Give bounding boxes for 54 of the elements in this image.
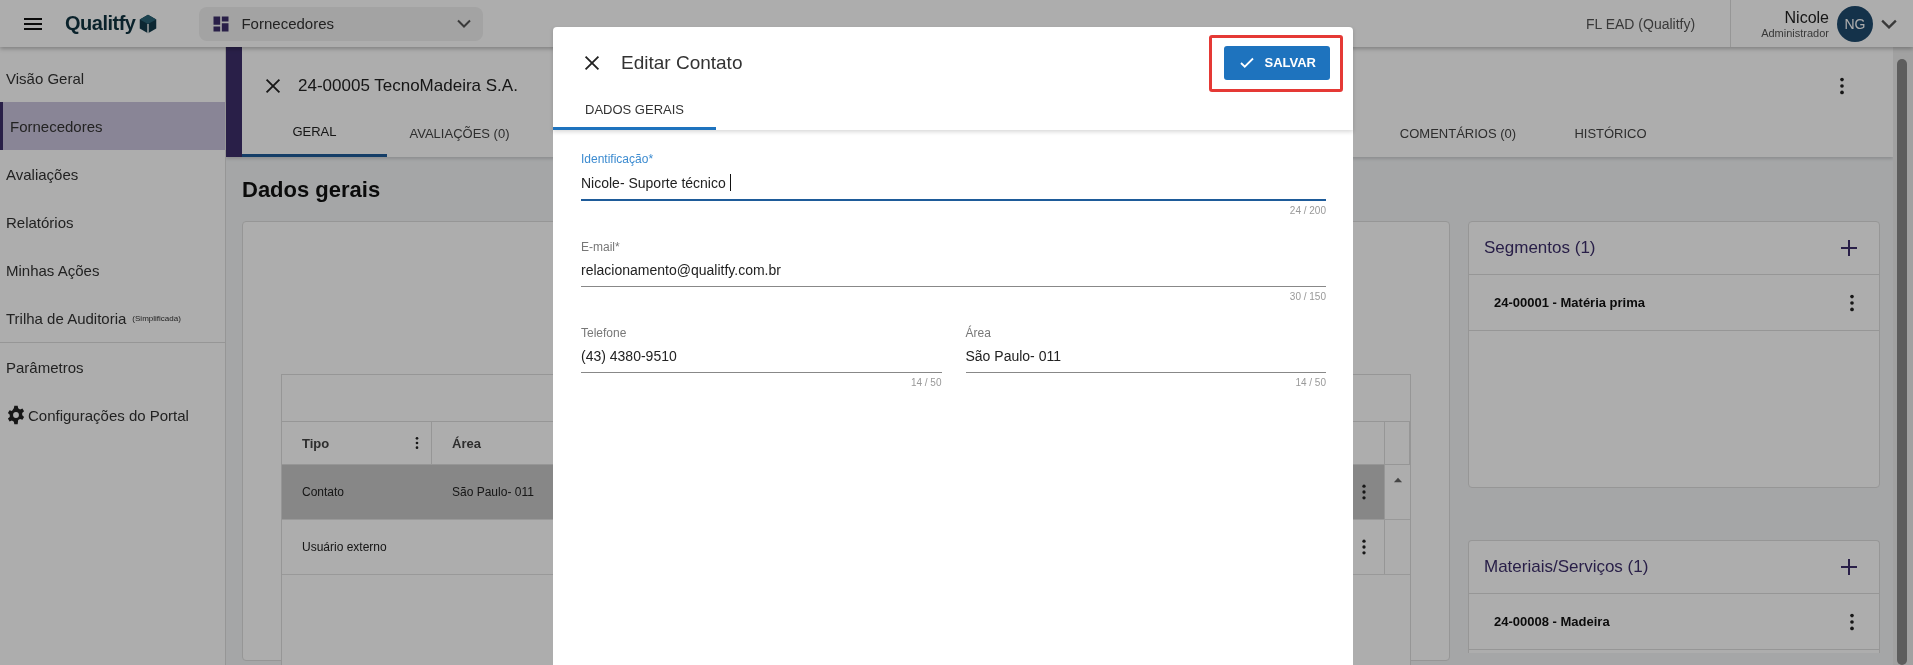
list-item-text: 24-00001 - Matéria prima bbox=[1494, 295, 1646, 310]
tab[interactable]: AVALIAÇÕES (0) bbox=[387, 109, 532, 157]
table-cell: São Paulo- 011 bbox=[452, 485, 534, 499]
tab[interactable]: COMENTÁRIOS (0) bbox=[1378, 109, 1538, 157]
module-label: Fornecedores bbox=[241, 15, 334, 32]
input-field[interactable]: (43) 4380-9510 bbox=[581, 340, 942, 373]
column-label: Área bbox=[452, 435, 481, 451]
character-counter: 30 / 150 bbox=[1289, 291, 1326, 302]
input-field[interactable]: Nicole- Suporte técnico bbox=[581, 166, 1326, 201]
character-counter: 14 / 50 bbox=[1295, 377, 1326, 388]
record-title: 24-00005 TecnoMadeira S.A. bbox=[298, 76, 518, 96]
chevron-icon bbox=[457, 19, 472, 28]
tab[interactable]: GERAL bbox=[242, 109, 387, 157]
field-label: Área bbox=[965, 326, 992, 340]
sidebar-note: (Simplificada) bbox=[132, 313, 181, 323]
character-counter: 14 / 50 bbox=[910, 377, 942, 388]
sidebar-label: Configurações do Portal bbox=[28, 406, 189, 424]
panel-title: Materiais/Serviços (1) bbox=[1484, 557, 1649, 577]
scrollbar[interactable] bbox=[1893, 47, 1913, 665]
table-cell: Contato bbox=[302, 485, 345, 499]
field-label: Telefone bbox=[581, 326, 628, 340]
list-item-text: 24-00008 - Madeira bbox=[1494, 614, 1610, 629]
character-counter: 24 / 200 bbox=[1289, 205, 1326, 216]
module-selector[interactable]: Fornecedores bbox=[199, 6, 484, 41]
sidebar-item[interactable]: Parâmetros bbox=[0, 343, 225, 391]
sidebar-item[interactable]: Fornecedores bbox=[0, 102, 225, 150]
user-name: Nicole bbox=[1784, 8, 1829, 27]
dialog-title: Editar Contato bbox=[621, 52, 743, 74]
tenant-name: FL EAD (Qualitfy) bbox=[1585, 15, 1697, 32]
input-field[interactable]: São Paulo- 011 bbox=[965, 340, 1326, 373]
tab[interactable]: HISTÓRICO bbox=[1538, 109, 1683, 157]
sidebar-item[interactable]: Configurações do Portal bbox=[0, 391, 225, 439]
sidebar-item[interactable]: Relatórios bbox=[0, 198, 225, 246]
logo-text: Qualitfy bbox=[65, 12, 136, 35]
sidebar-label: Trilha de Auditoria bbox=[6, 309, 127, 327]
sidebar-item[interactable]: Trilha de Auditoria (Simplificada) bbox=[0, 294, 225, 342]
column-label: Tipo bbox=[302, 435, 330, 451]
tab[interactable]: DADOS GERAIS bbox=[553, 92, 716, 130]
user-role: Administrador bbox=[1761, 26, 1829, 39]
section-title: Dados gerais bbox=[242, 177, 381, 203]
input-field[interactable]: relacionamento@qualitfy.com.br bbox=[581, 254, 1326, 287]
column-header[interactable]: Tipo bbox=[282, 422, 432, 464]
panel-title: Segmentos (1) bbox=[1484, 238, 1596, 258]
sidebar-item[interactable]: Avaliações bbox=[0, 150, 225, 198]
save-button[interactable]: SALVAR bbox=[1224, 45, 1330, 80]
field-label: Identificação* bbox=[581, 152, 655, 166]
avatar: NG bbox=[1837, 5, 1873, 42]
field-label: E-mail* bbox=[581, 240, 621, 254]
text-cursor bbox=[729, 174, 731, 191]
chevron-icon bbox=[1881, 18, 1897, 29]
table-cell: Usuário externo bbox=[302, 540, 387, 554]
gear-icon bbox=[6, 405, 26, 425]
sidebar-item[interactable]: Visão Geral bbox=[0, 54, 225, 102]
sidebar-item[interactable]: Minhas Ações bbox=[0, 246, 225, 294]
